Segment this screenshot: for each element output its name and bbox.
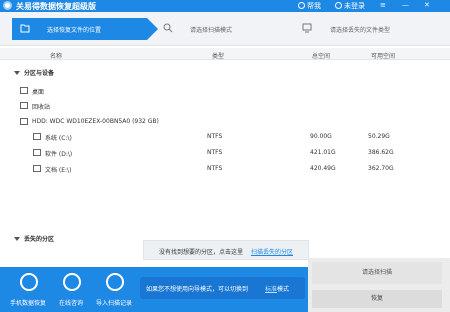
feedback-button[interactable]: 帮我 — [298, 1, 321, 11]
disk-label: HDD: WDC WD10EZEX-00BN5A0 (932 GB) — [32, 118, 159, 125]
step-scan-mode[interactable]: 请选择扫描模式 — [160, 18, 300, 40]
drive-free: 50.29G — [368, 133, 390, 140]
collapse-icon — [14, 237, 20, 241]
collapse-icon — [14, 71, 20, 75]
table-row[interactable]: 文档 (E:\) NTFS 420.49G 362.70G — [0, 163, 450, 175]
search-icon — [163, 23, 173, 33]
list-item-desktop[interactable]: 桌面 — [0, 85, 450, 97]
section-lost-label: 丢失的分区 — [24, 236, 55, 243]
standard-mode-link[interactable]: 标准 — [265, 284, 277, 293]
step-location[interactable]: 选择恢复文件的位置 — [12, 18, 158, 40]
next-button[interactable]: 请选择扫描 — [312, 262, 442, 284]
import-scan-button[interactable]: 导入扫描记录 — [91, 271, 137, 309]
hard-disk-icon — [20, 118, 28, 125]
phone-recovery-label: 手机数据恢复 — [9, 300, 46, 307]
chat-icon — [63, 273, 81, 291]
section-lost-partitions[interactable]: 丢失的分区 — [14, 234, 54, 243]
online-consult-label: 在线咨询 — [58, 300, 83, 307]
step-file-type-label: 请选择丢失的文件类型 — [330, 27, 391, 34]
table-row[interactable]: 软件 (D:\) NTFS 421.01G 386.62G — [0, 147, 450, 159]
drive-type: NTFS — [207, 165, 223, 172]
recycle-label: 回收站 — [32, 104, 51, 111]
desktop-label: 桌面 — [32, 89, 45, 96]
table-header: 名称 类型 总空间 可用空间 — [0, 48, 450, 60]
drive-type: NTFS — [207, 133, 223, 140]
section-partitions[interactable]: 分区与设备 — [14, 68, 54, 77]
monitor-icon — [302, 23, 312, 33]
drive-icon — [33, 165, 41, 172]
drive-total: 90.00G — [310, 133, 332, 140]
mode-switch-end: 模式 — [277, 286, 290, 293]
phone-recovery-button[interactable]: 手机数据恢复 — [5, 271, 51, 309]
drive-free: 362.70G — [368, 165, 394, 172]
no-partition-text: 没有找到想要的分区，点击这里 — [159, 249, 244, 256]
drive-name: 软件 (D:\) — [45, 151, 73, 158]
drive-icon — [33, 149, 41, 156]
close-button[interactable]: ✕ — [424, 1, 430, 9]
import-scan-label: 导入扫描记录 — [95, 300, 132, 307]
drive-name: 系统 (C:\) — [45, 135, 72, 142]
no-partition-hint: 没有找到想要的分区，点击这里 扫描丢失的分区 — [143, 240, 309, 260]
step-scan-mode-label: 请选择扫描模式 — [190, 27, 233, 34]
wizard-steps: 选择恢复文件的位置 请选择扫描模式 请选择丢失的文件类型 — [0, 12, 450, 46]
feedback-icon — [298, 2, 305, 9]
desktop-icon — [20, 87, 28, 94]
scan-lost-partition-link[interactable]: 扫描丢失的分区 — [251, 247, 293, 256]
app-logo-icon — [3, 1, 12, 10]
menu-button[interactable]: ≡ — [380, 1, 386, 9]
drive-total: 420.49G — [310, 165, 336, 172]
online-consult-button[interactable]: 在线咨询 — [48, 271, 94, 309]
drive-free: 386.62G — [368, 149, 394, 156]
header-type[interactable]: 类型 — [212, 51, 224, 60]
mode-switch-info: 如果您不想使用向导模式，可以切换到 标准 模式 — [140, 277, 305, 299]
import-icon — [106, 273, 124, 291]
step-location-label: 选择恢复文件的位置 — [47, 27, 102, 34]
app-title: 关易得数据恢复超级版 — [16, 2, 96, 11]
header-name[interactable]: 名称 — [50, 51, 62, 60]
drive-type: NTFS — [207, 149, 223, 156]
minimize-button[interactable]: — — [402, 1, 409, 9]
header-total[interactable]: 总空间 — [312, 51, 330, 60]
login-button[interactable]: 未登录 — [335, 1, 365, 11]
drive-name: 文档 (E:\) — [45, 167, 72, 174]
mode-switch-text: 如果您不想使用向导模式，可以切换到 — [146, 286, 249, 293]
recover-button[interactable]: 恢复 — [312, 290, 442, 308]
section-partitions-label: 分区与设备 — [24, 70, 55, 77]
feedback-label: 帮我 — [307, 2, 321, 10]
phone-icon — [20, 273, 38, 291]
drive-icon — [33, 133, 41, 140]
folder-icon — [20, 24, 30, 33]
list-item-disk[interactable]: HDD: WDC WD10EZEX-00BN5A0 (932 GB) — [0, 116, 450, 128]
login-label: 未登录 — [344, 2, 365, 10]
user-icon — [335, 2, 342, 9]
list-item-recycle[interactable]: 回收站 — [0, 100, 450, 112]
step-file-type[interactable]: 请选择丢失的文件类型 — [300, 18, 440, 40]
header-free[interactable]: 可用空间 — [371, 51, 395, 60]
table-row[interactable]: 系统 (C:\) NTFS 90.00G 50.29G — [0, 131, 450, 143]
title-bar: 关易得数据恢复超级版 帮我 未登录 ≡ — ✕ — [0, 0, 450, 12]
drive-total: 421.01G — [310, 149, 336, 156]
recycle-bin-icon — [20, 102, 28, 109]
